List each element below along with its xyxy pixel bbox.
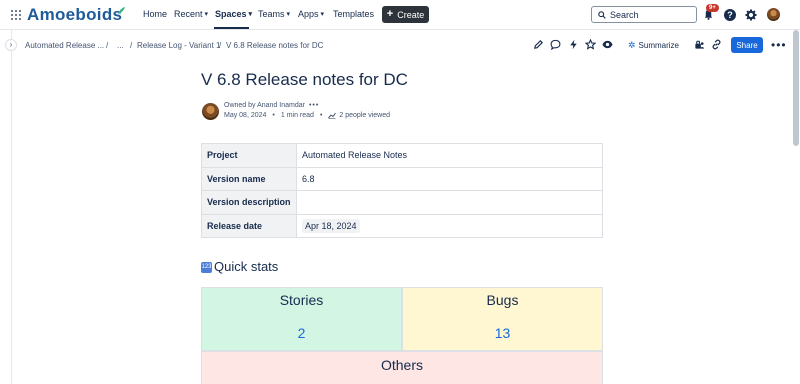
help-icon[interactable]: ? bbox=[724, 9, 736, 21]
notification-count-badge: 9+ bbox=[706, 4, 719, 12]
table-key-cell: Version description bbox=[201, 190, 297, 215]
logo-mark-icon bbox=[117, 6, 126, 15]
nav-templates[interactable]: Templates bbox=[333, 9, 374, 19]
stories-count-link[interactable]: 2 bbox=[202, 325, 401, 341]
breadcrumb-separator: / bbox=[219, 41, 222, 50]
table-value-cell: Apr 18, 2024 bbox=[296, 213, 603, 238]
table-row: Version name 6.8 bbox=[201, 166, 603, 191]
nav-teams[interactable]: Teams ▾ bbox=[258, 9, 290, 19]
others-cell: Others bbox=[201, 351, 603, 384]
numbers-emoji-icon: 123 bbox=[201, 262, 212, 273]
bugs-label: Bugs bbox=[486, 292, 519, 308]
table-key-cell: Project bbox=[201, 143, 297, 168]
breadcrumb-ellipsis[interactable]: ... bbox=[117, 41, 124, 50]
release-details-table: Project Automated Release Notes Version … bbox=[201, 143, 603, 238]
nav-home[interactable]: Home bbox=[143, 9, 167, 19]
chevron-down-icon: ▾ bbox=[204, 11, 209, 18]
table-key-cell: Release date bbox=[201, 213, 297, 238]
page-scrollbar[interactable] bbox=[793, 30, 799, 146]
table-key-cell: Version name bbox=[201, 166, 297, 191]
nav-spaces[interactable]: Spaces ▾ bbox=[215, 9, 252, 19]
release-date-chip[interactable]: Apr 18, 2024 bbox=[302, 218, 360, 233]
page-meta: May 08, 2024 • 1 min read • 2 people vie… bbox=[224, 112, 390, 119]
bugs-count-link[interactable]: 13 bbox=[403, 325, 602, 341]
nav-apps[interactable]: Apps ▾ bbox=[298, 9, 324, 19]
user-avatar[interactable] bbox=[767, 8, 780, 21]
table-row: Version description bbox=[201, 190, 603, 215]
breadcrumb-separator: / bbox=[130, 41, 133, 50]
restrictions-icon[interactable] bbox=[694, 39, 705, 50]
share-button[interactable]: Share bbox=[731, 37, 763, 53]
copy-link-icon[interactable] bbox=[711, 39, 722, 50]
expand-sidebar-chevron-icon[interactable]: › bbox=[5, 39, 17, 51]
plus-icon: + bbox=[386, 8, 394, 20]
breadcrumb-separator: / bbox=[106, 41, 109, 50]
create-button[interactable]: + Create bbox=[382, 6, 429, 23]
page-title: V 6.8 Release notes for DC bbox=[201, 70, 408, 89]
table-value-cell: Automated Release Notes bbox=[296, 143, 603, 168]
bugs-cell: Bugs 13 bbox=[402, 287, 603, 351]
owned-by-text[interactable]: Owned by Anand Inamdar bbox=[224, 102, 305, 109]
others-label: Others bbox=[380, 357, 423, 373]
active-nav-indicator bbox=[214, 27, 249, 29]
search-icon bbox=[598, 10, 606, 19]
search-input[interactable]: Search bbox=[591, 6, 697, 23]
stories-cell: Stories 2 bbox=[201, 287, 402, 351]
chevron-down-icon: ▾ bbox=[248, 11, 253, 18]
breadcrumb-parent[interactable]: Release Log - Variant 1 bbox=[137, 41, 220, 50]
quick-stats-heading: Quick stats bbox=[214, 259, 279, 274]
page-views[interactable]: 2 people viewed bbox=[328, 112, 390, 119]
meta-separator: • bbox=[272, 112, 275, 119]
table-row: Release date Apr 18, 2024 bbox=[201, 213, 603, 238]
top-navigation-bar: Amoeboids Home Recent ▾ Spaces ▾ Teams ▾ Ap… bbox=[0, 0, 800, 30]
app-switcher-icon[interactable] bbox=[11, 10, 21, 20]
owner-more-icon[interactable]: ••• bbox=[309, 102, 319, 109]
lightning-icon[interactable] bbox=[568, 39, 579, 50]
owner-avatar[interactable] bbox=[202, 103, 219, 120]
table-value-cell bbox=[296, 190, 603, 215]
summarize-button[interactable]: ✲ Summarize bbox=[628, 40, 679, 51]
settings-gear-icon[interactable] bbox=[745, 9, 757, 21]
breadcrumb-current[interactable]: V 6.8 Release notes for DC bbox=[226, 41, 323, 50]
table-row: Project Automated Release Notes bbox=[201, 143, 603, 168]
sidebar-divider bbox=[11, 30, 12, 384]
watch-eye-icon[interactable] bbox=[602, 39, 613, 50]
page-date: May 08, 2024 bbox=[224, 112, 267, 119]
chevron-down-icon: ▾ bbox=[320, 11, 325, 18]
more-actions-icon[interactable]: ••• bbox=[771, 39, 787, 51]
comment-icon[interactable] bbox=[550, 39, 561, 50]
logo[interactable]: Amoeboids bbox=[27, 5, 122, 25]
chevron-down-icon: ▾ bbox=[286, 11, 291, 18]
table-value-cell: 6.8 bbox=[296, 166, 603, 191]
analytics-chart-icon bbox=[328, 112, 337, 119]
nav-recent[interactable]: Recent ▾ bbox=[174, 9, 208, 19]
edit-icon[interactable] bbox=[533, 39, 544, 50]
star-icon[interactable] bbox=[585, 39, 596, 50]
stories-label: Stories bbox=[279, 292, 324, 308]
meta-separator: • bbox=[319, 112, 323, 119]
breadcrumb-space[interactable]: Automated Release ... bbox=[25, 41, 104, 50]
owner-line: Owned by Anand Inamdar ••• bbox=[224, 102, 319, 109]
ai-sparkle-icon: ✲ bbox=[628, 40, 636, 50]
read-time: 1 min read bbox=[280, 112, 314, 119]
